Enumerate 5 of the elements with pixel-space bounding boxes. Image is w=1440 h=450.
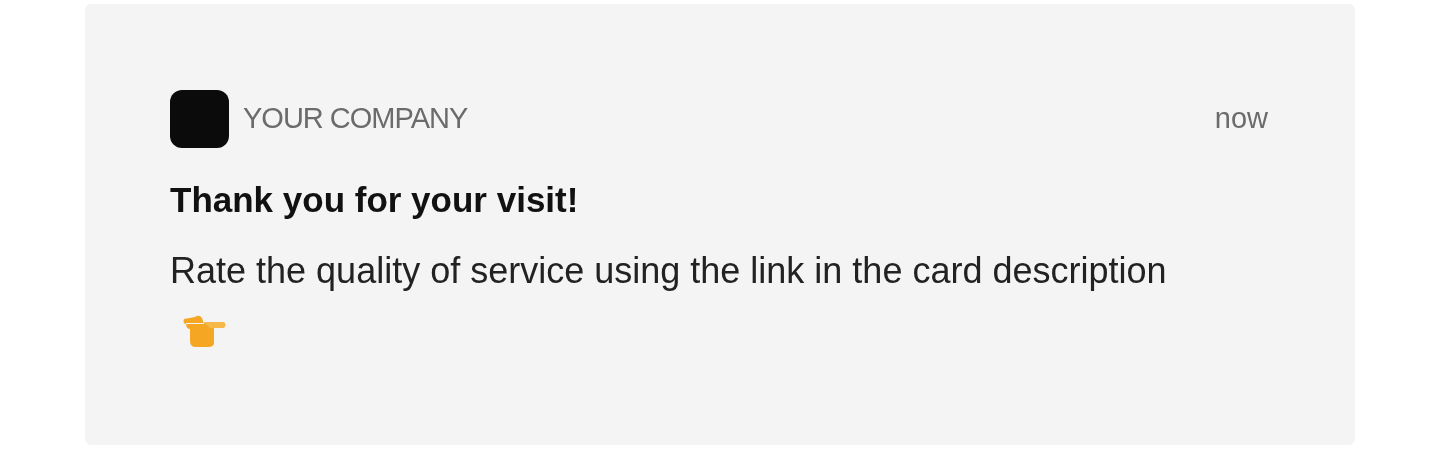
notification-title: Thank you for your visit! xyxy=(170,179,580,221)
app-name: YOUR COMPANY xyxy=(243,101,468,137)
timestamp: now xyxy=(1214,101,1268,137)
app-logo-icon xyxy=(170,90,229,148)
notification-body: Rate the quality of service using the link in the card description xyxy=(170,250,1167,291)
